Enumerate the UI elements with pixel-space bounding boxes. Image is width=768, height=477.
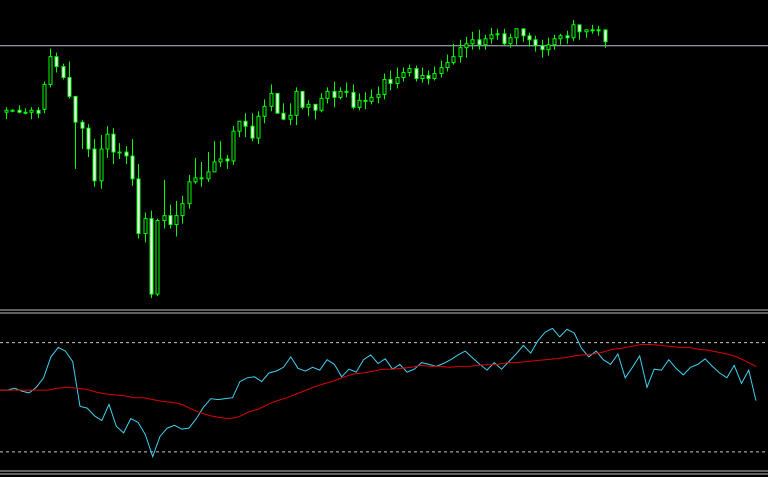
candle-body <box>603 29 608 43</box>
candle-body <box>464 43 469 49</box>
candle-body <box>80 121 85 129</box>
candle-body <box>401 72 406 78</box>
candle-body <box>48 56 53 85</box>
candle-body <box>477 39 482 46</box>
candle-body <box>4 109 9 113</box>
candle-body <box>590 29 595 32</box>
candle-body <box>67 76 72 97</box>
candle-body <box>111 133 116 153</box>
candle-body <box>162 215 167 222</box>
candle-body <box>130 155 135 180</box>
candle-body <box>269 92 274 107</box>
candle-body <box>199 177 204 180</box>
candle-body <box>546 44 551 51</box>
candle-body <box>231 130 236 162</box>
candle-body <box>54 56 59 68</box>
candle-body <box>10 109 15 112</box>
candle-body <box>288 114 293 120</box>
candle-body <box>388 78 393 84</box>
candle-body <box>584 29 589 33</box>
candle-body <box>451 56 456 64</box>
candle-body <box>470 39 475 45</box>
candle-body <box>363 99 368 102</box>
candle-body <box>155 220 160 295</box>
candle-body <box>237 120 242 132</box>
candle-body <box>218 158 223 163</box>
candle-body <box>357 99 362 108</box>
candle-body <box>187 181 192 205</box>
candle-body <box>414 68 419 79</box>
candle-body <box>281 112 286 120</box>
candle-body <box>243 120 248 127</box>
candle-body <box>17 109 22 113</box>
candle-body <box>174 215 179 226</box>
candle-body <box>250 125 255 139</box>
candle-body <box>514 28 519 39</box>
candle-body <box>256 115 261 139</box>
candle-body <box>306 103 311 108</box>
candle-body <box>73 95 78 123</box>
candle-body <box>212 161 217 173</box>
candle-body <box>319 97 324 111</box>
candle-body <box>143 218 148 234</box>
candle-body <box>382 78 387 95</box>
candle-body <box>502 33 507 45</box>
candle-body <box>508 37 513 45</box>
candle-body <box>136 178 141 234</box>
candle-body <box>92 148 97 182</box>
candle-body <box>565 35 570 39</box>
candle-body <box>458 47 463 58</box>
candle-body <box>521 28 526 37</box>
candle-body <box>571 24 576 39</box>
candle-body <box>313 103 318 111</box>
candle-body <box>552 38 557 46</box>
candle-body <box>124 151 129 157</box>
candle-body <box>558 35 563 40</box>
candle-body <box>206 171 211 180</box>
candle-body <box>168 215 173 226</box>
candle-body <box>105 133 110 150</box>
candle-body <box>86 127 91 150</box>
candle-body <box>426 75 431 79</box>
candle-body <box>180 203 185 217</box>
candle-body <box>495 33 500 36</box>
candle-body <box>344 90 349 93</box>
candle-body <box>36 109 41 114</box>
candle-body <box>540 45 545 51</box>
candle-body <box>338 90 343 98</box>
candle-body <box>376 93 381 98</box>
candle-body <box>395 76 400 84</box>
candle-body <box>527 35 532 41</box>
candle-body <box>61 66 66 78</box>
candle-body <box>149 218 154 295</box>
candle-body <box>596 29 601 32</box>
candle-body <box>262 105 267 117</box>
candle-body <box>489 34 494 40</box>
background <box>0 0 768 477</box>
candle-body <box>407 68 412 74</box>
candle-body <box>369 96 374 102</box>
candle-body <box>29 109 34 113</box>
candle-body <box>294 90 299 116</box>
candle-body <box>577 24 582 33</box>
candle-body <box>225 158 230 162</box>
candle-body <box>42 83 47 110</box>
candle-body <box>117 151 122 154</box>
candle-body <box>420 75 425 79</box>
candle-body <box>99 148 104 182</box>
chart-root <box>0 0 768 477</box>
candle-body <box>300 90 305 108</box>
candle-body <box>275 92 280 114</box>
candle-body <box>432 73 437 79</box>
candle-body <box>533 39 538 47</box>
candle-body <box>193 177 198 183</box>
candle-body <box>483 38 488 46</box>
candle-body <box>351 91 356 108</box>
candle-body <box>325 90 330 99</box>
candle-body <box>332 90 337 98</box>
candle-body <box>439 67 444 75</box>
candle-body <box>445 62 450 69</box>
candle-body <box>23 111 28 114</box>
